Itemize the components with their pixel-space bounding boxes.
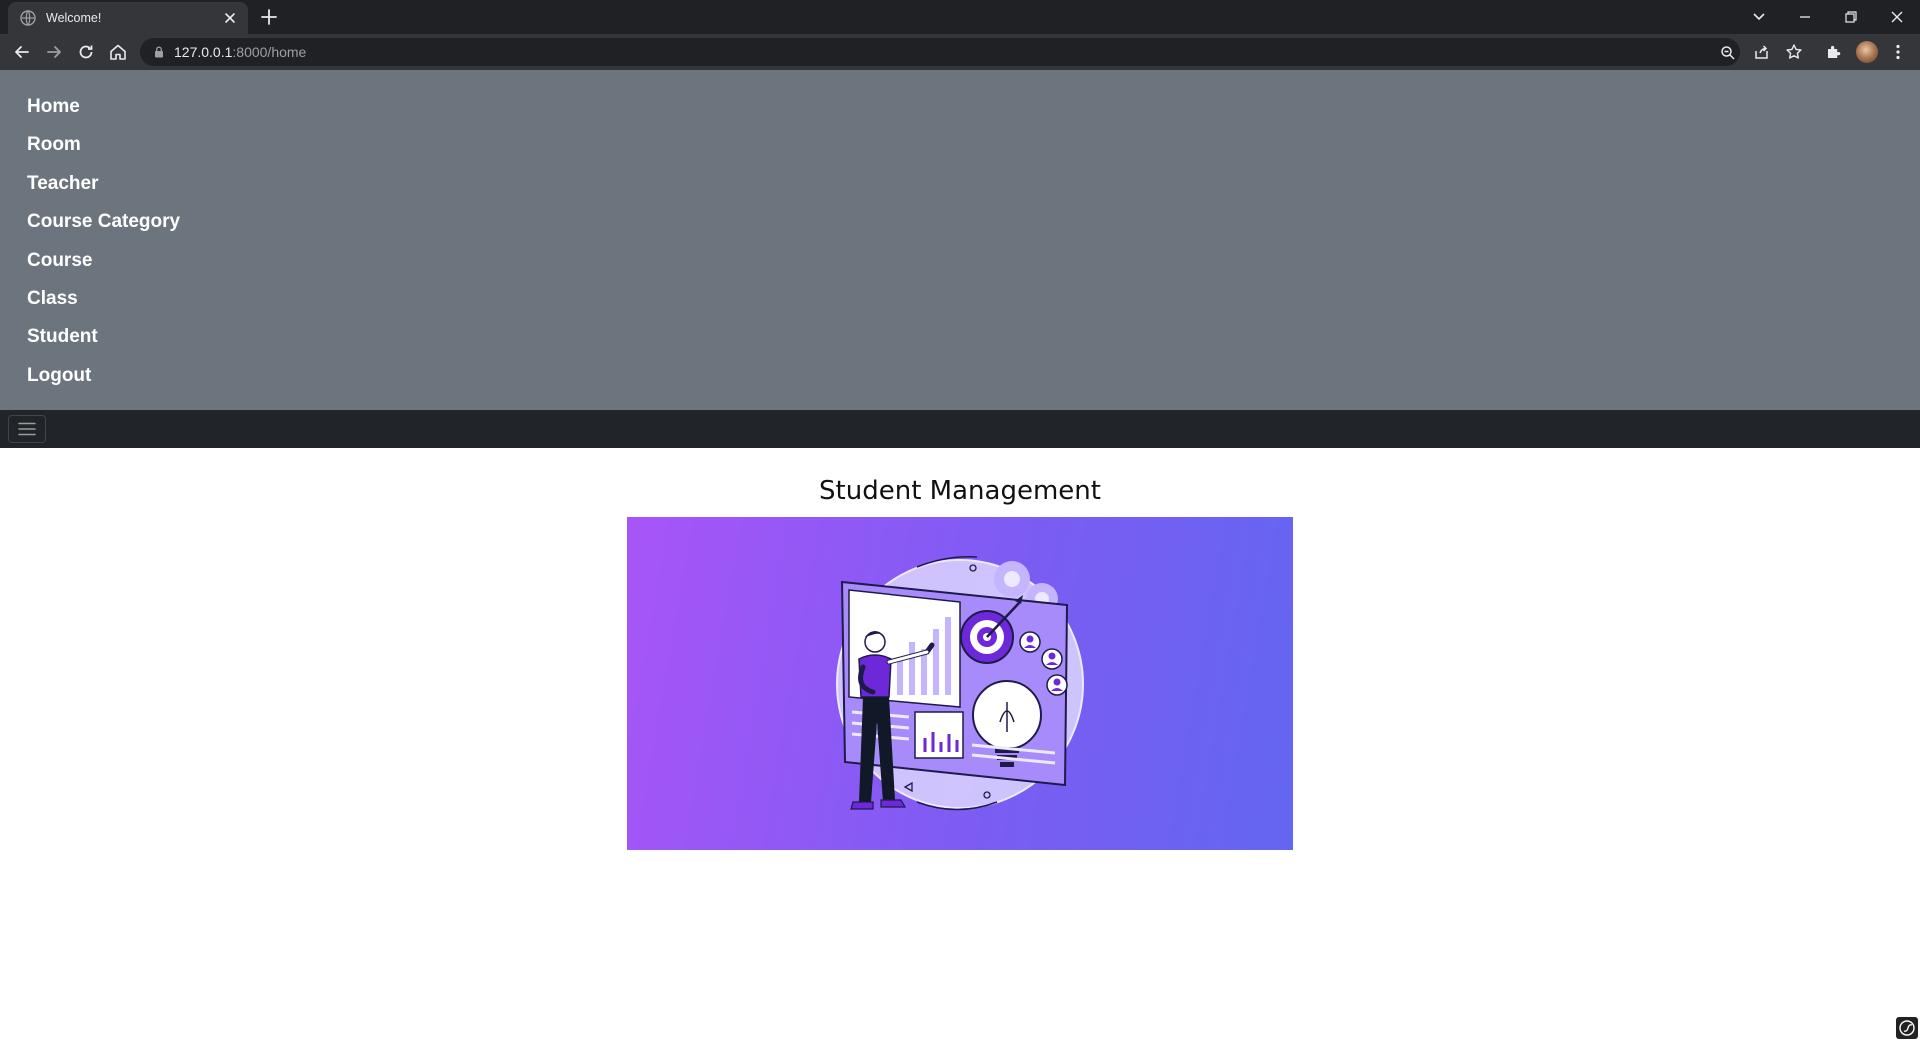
- bookmark-button[interactable]: [1784, 42, 1804, 62]
- star-icon: [1786, 44, 1802, 59]
- nav-link-teacher[interactable]: Teacher: [27, 165, 180, 203]
- nav-link-room[interactable]: Room: [27, 126, 180, 164]
- nav-link-course[interactable]: Course: [27, 242, 180, 280]
- minimize-icon: [1800, 16, 1810, 18]
- avatar[interactable]: [1856, 41, 1878, 63]
- browser-menu-button[interactable]: [1888, 42, 1908, 62]
- chevron-down-icon: [1753, 13, 1765, 21]
- minimize-button[interactable]: [1794, 6, 1816, 28]
- extensions-button[interactable]: [1824, 42, 1844, 62]
- address-bar[interactable]: 127.0.0.1:8000/home: [140, 38, 1740, 66]
- hero-illustration: [627, 517, 1293, 850]
- globe-icon: [20, 10, 36, 26]
- reload-button[interactable]: [76, 42, 96, 62]
- zoom-button[interactable]: [1720, 45, 1736, 61]
- home-button[interactable]: [108, 42, 128, 62]
- back-button[interactable]: [12, 42, 32, 62]
- symfony-icon: [1899, 1020, 1915, 1036]
- plus-icon[interactable]: [260, 8, 278, 26]
- zoom-icon: [1721, 46, 1735, 60]
- back-arrow-icon: [15, 46, 29, 58]
- share-button[interactable]: [1752, 42, 1772, 62]
- window-close-button[interactable]: [1886, 6, 1908, 28]
- close-icon[interactable]: [222, 10, 238, 26]
- nav-menu: Home Room Teacher Course Category Course…: [27, 88, 180, 395]
- nav-link-course-category[interactable]: Course Category: [27, 203, 180, 241]
- nav-link-home[interactable]: Home: [27, 88, 180, 126]
- restore-icon: [1845, 11, 1857, 23]
- hamburger-icon: [18, 422, 36, 436]
- tab-search-button[interactable]: [1748, 6, 1770, 28]
- debug-toolbar-toggle[interactable]: [1896, 1017, 1918, 1039]
- share-icon: [1755, 45, 1768, 59]
- kebab-menu-icon: [1896, 44, 1900, 60]
- forward-arrow-icon: [47, 46, 61, 58]
- browser-tab[interactable]: Welcome!: [8, 2, 248, 34]
- home-icon: [110, 44, 126, 60]
- browser-tab-strip: Welcome!: [0, 0, 1920, 34]
- nav-link-logout[interactable]: Logout: [27, 357, 180, 395]
- restore-button[interactable]: [1840, 6, 1862, 28]
- tab-title: Welcome!: [46, 11, 102, 25]
- lock-icon[interactable]: [152, 45, 166, 59]
- close-icon: [1891, 11, 1903, 23]
- url-path: :8000/home: [232, 44, 307, 60]
- puzzle-icon: [1828, 45, 1841, 58]
- url-host: 127.0.0.1: [174, 44, 233, 60]
- analytics-illustration: [836, 555, 1084, 811]
- page-title: Student Management: [819, 476, 1101, 506]
- nav-link-class[interactable]: Class: [27, 280, 180, 318]
- reload-icon: [79, 45, 93, 59]
- nav-link-student[interactable]: Student: [27, 318, 180, 356]
- url-text[interactable]: 127.0.0.1:8000/home: [174, 44, 306, 60]
- forward-button[interactable]: [44, 42, 64, 62]
- browser-toolbar: 127.0.0.1:8000/home: [0, 34, 1920, 70]
- navbar-toggler-button[interactable]: [8, 415, 46, 443]
- navbar: [0, 410, 1920, 448]
- nav-menu-panel: Home Room Teacher Course Category Course…: [0, 70, 1920, 410]
